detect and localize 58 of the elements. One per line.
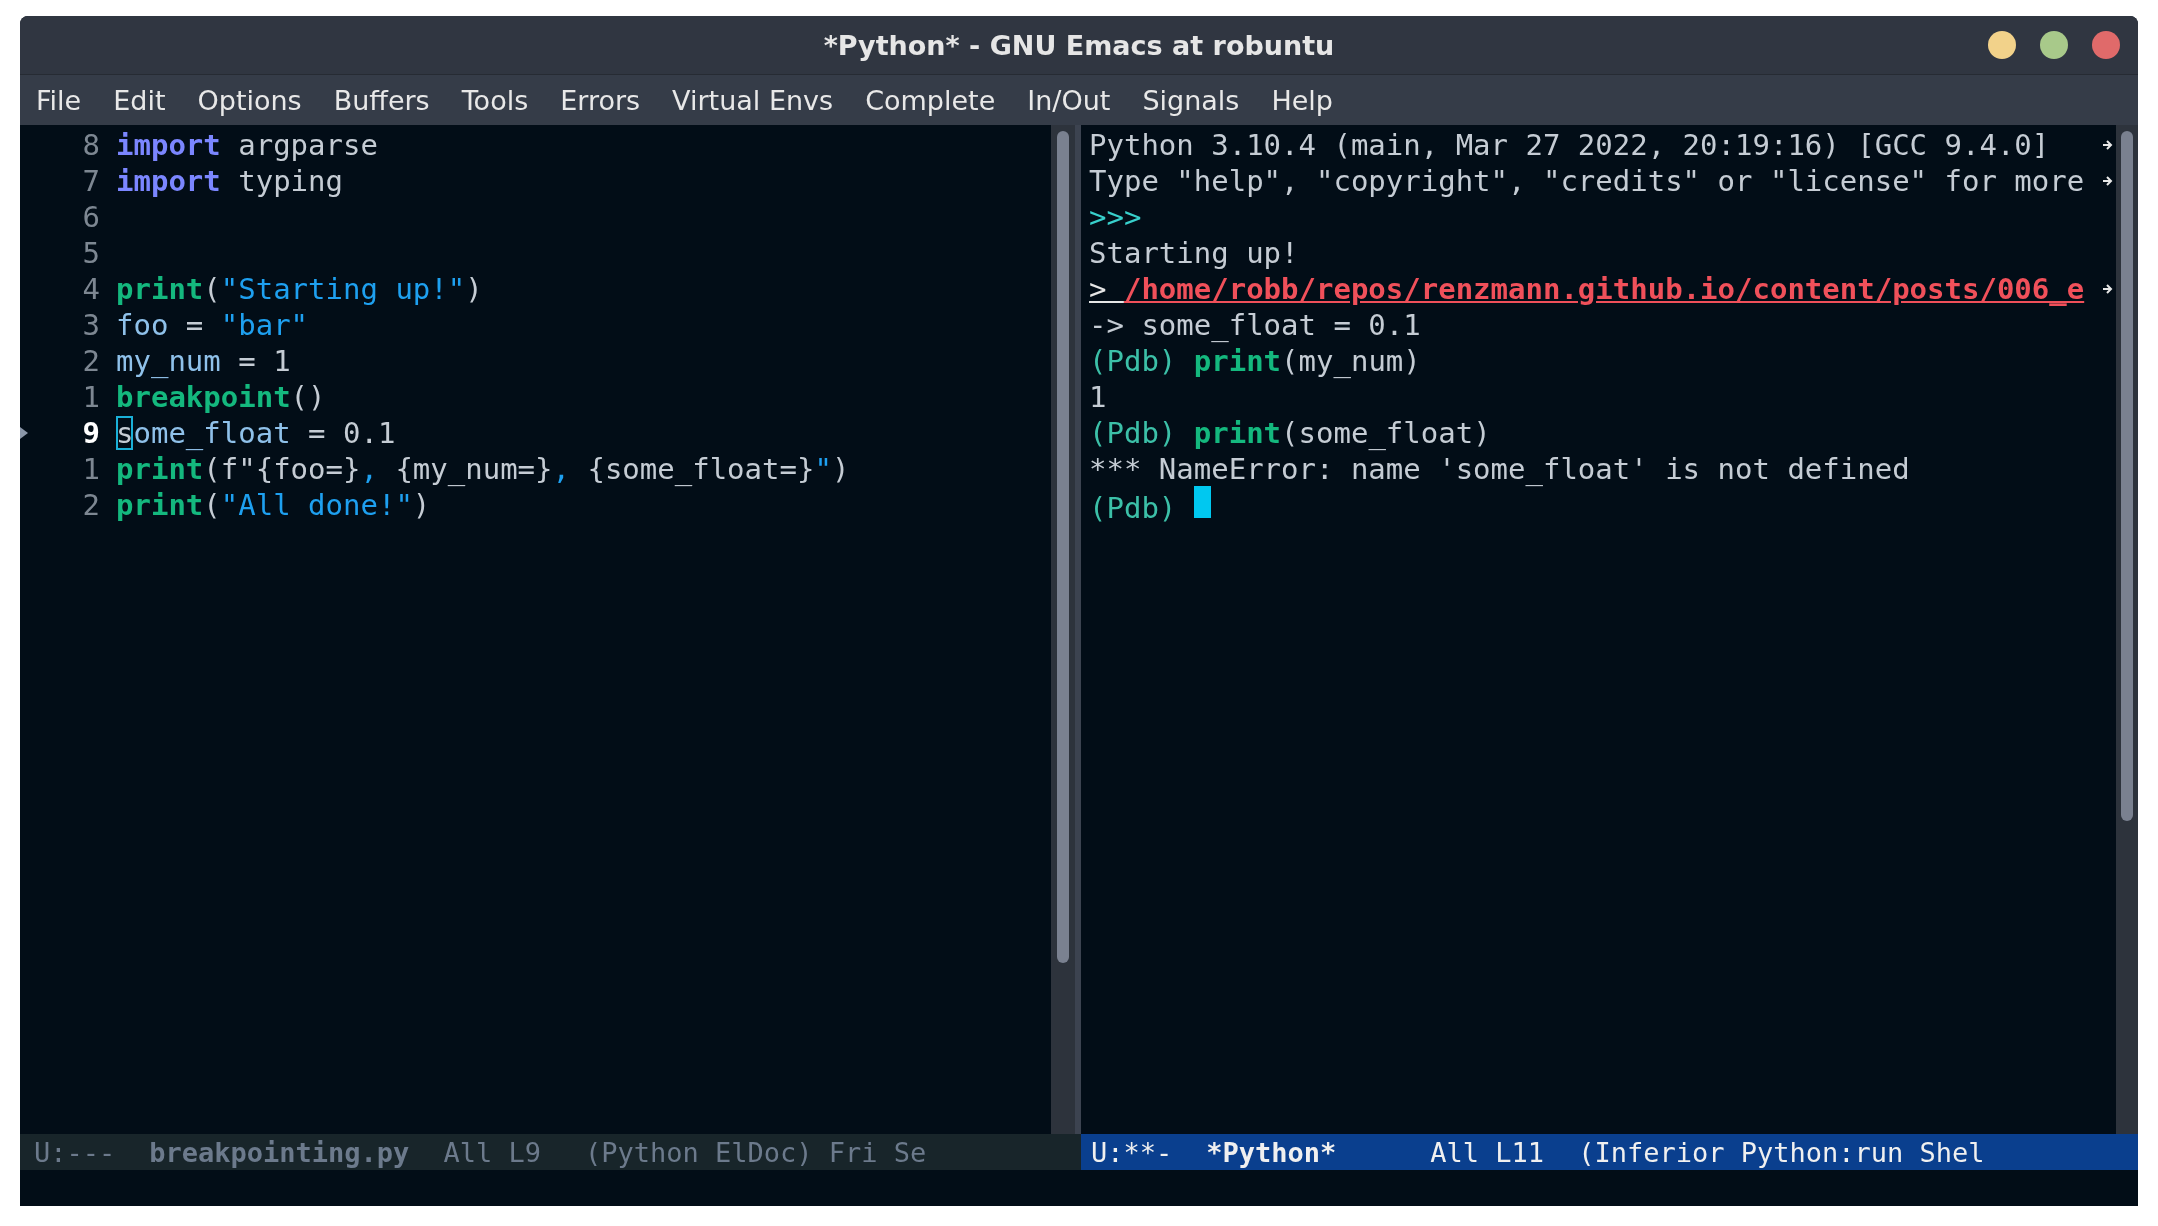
mode-line-field: All L11 [1430,1136,1545,1168]
code-line: some_float = 0.1 [116,416,396,450]
line-number: 2 [81,344,100,378]
shell-line: Starting up! [1089,236,1299,270]
shell-line: > /home/robb/repos/renzmann.github.io/content/posts/006_e [1089,272,2085,306]
line-number: 2 [81,488,100,522]
menu-item[interactable]: Complete [865,84,996,116]
shell-line: Type "help", "copyright", "credits" or "license" for more [1089,164,2085,198]
shell-line: (Pdb) print(my_num) [1089,344,1421,378]
shell-line: 1 [1089,380,1107,414]
line-number: 4 [81,272,100,306]
close-button[interactable] [2092,31,2120,59]
shell-line: *** NameError: name 'some_float' is not defined [1089,452,1910,486]
mode-line-field: *Python* [1206,1136,1337,1168]
menu-item[interactable]: In/Out [1027,84,1111,116]
shell-line: (Pdb) print(some_float) [1089,416,1491,450]
menu-item[interactable]: Edit [113,84,166,116]
menu-item[interactable]: File [36,84,82,116]
shell-line: (Pdb) [1089,485,1211,525]
line-number: 8 [81,128,100,162]
menu-item[interactable]: Help [1271,84,1333,116]
menu-item[interactable]: Signals [1142,84,1240,116]
code-line: print("All done!") [116,488,431,522]
shell-line: Python 3.10.4 (main, Mar 27 2022, 20:19:16) [GCC 9.4.0] [1089,128,2050,162]
code-line: import typing [116,164,343,198]
scrollbar[interactable] [2116,125,2138,1134]
mode-line-field: breakpointing.py [149,1136,410,1168]
menu-item[interactable]: Buffers [333,84,430,116]
line-number: 7 [81,164,100,198]
code-line: print(f"{foo=}, {my_num=}, {some_float=}") [116,452,850,486]
code-line: breakpoint() [116,380,326,414]
maximize-button[interactable] [2040,31,2068,59]
mode-line-field: (Python ElDoc) Fri Se [584,1136,927,1168]
mode-line-field: (Inferior Python:run Shel [1578,1136,1985,1168]
mode-line-field: U:**- [1091,1136,1173,1168]
menu-item[interactable]: Tools [461,84,529,116]
code-line: print("Starting up!") [116,272,483,306]
line-number: 6 [81,200,100,234]
line-number: 9 [81,416,100,450]
code-line: foo = "bar" [116,308,309,342]
line-number: 5 [81,236,100,270]
shell-line: >>> [1089,200,1142,234]
code-line: import argparse [116,128,378,162]
mode-line-field: U:--- [34,1136,116,1168]
scrollbar[interactable] [1051,125,1075,1134]
line-number: 1 [81,380,100,414]
menu-item[interactable]: Virtual Envs [672,84,834,116]
mode-line-field: All L9 [443,1136,541,1168]
menu-item[interactable]: Errors [560,84,641,116]
text-cursor [1193,485,1211,518]
window-title: *Python* - GNU Emacs at robuntu [823,29,1335,61]
minimize-button[interactable] [1988,31,2016,59]
line-number: 3 [81,308,100,342]
menu-item[interactable]: Options [197,84,302,116]
code-line: my_num = 1 [116,344,291,378]
line-number: 1 [81,452,100,486]
scrollbar-thumb[interactable] [2121,131,2133,821]
scrollbar-thumb[interactable] [1057,131,1069,963]
